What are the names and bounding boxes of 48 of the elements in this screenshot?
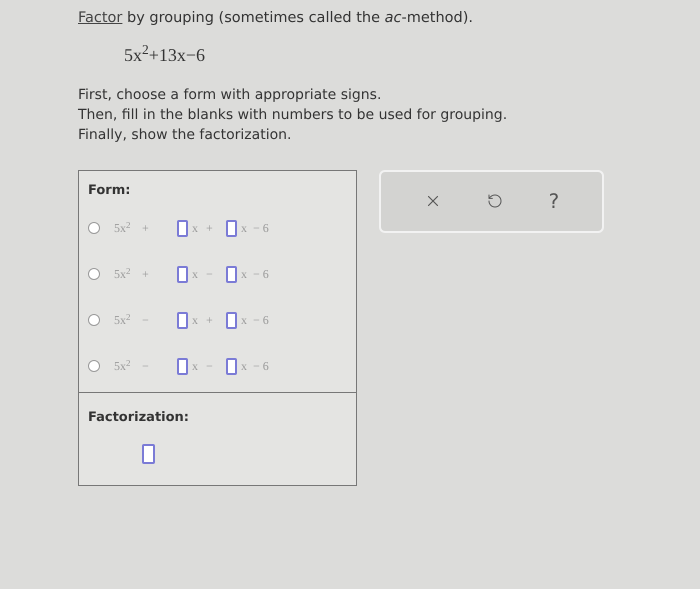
sign-text: − [206,266,214,284]
sign-text: − [206,358,214,376]
constant-text: − 6 [253,220,269,238]
answer-blank[interactable] [177,266,188,283]
radio-button[interactable] [88,268,100,280]
answer-blank[interactable] [177,220,188,237]
answer-blank[interactable] [177,358,188,375]
instruction-text: Then, fill in the blanks with numbers to be used for grouping. [78,106,508,125]
sign-text: + [142,220,150,238]
sign-text: + [142,266,150,284]
term-text: 5x$^{2}$ [114,357,132,376]
factorization-label: Factorization: [88,409,190,428]
radio-button[interactable] [88,314,100,326]
sign-text: − [142,312,150,330]
polynomial-expression: 5x$^{2}$+13x−6 [124,42,206,67]
instruction-text: First, choose a form with appropriate signs. [78,86,382,105]
constant-text: − 6 [253,312,269,330]
term-text: 5x$^{2}$ [114,311,132,330]
radio-button[interactable] [88,360,100,372]
constant-text: − 6 [253,266,269,284]
variable-text: x [241,312,248,330]
answer-blank[interactable] [177,312,188,329]
answer-blank[interactable] [226,220,237,237]
constant-text: − 6 [253,358,269,376]
variable-text: x [192,358,199,376]
answer-blank[interactable] [226,358,237,375]
radio-button[interactable] [88,222,100,234]
variable-text: x [192,220,199,238]
variable-text: x [192,312,199,330]
sign-text: + [206,312,214,330]
variable-text: x [241,266,248,284]
undo-button[interactable] [487,193,504,210]
term-text: 5x$^{2}$ [114,265,132,284]
sign-text: + [206,220,214,238]
answer-blank[interactable] [226,312,237,329]
form-label: Form: [88,182,132,200]
instruction-text: Finally, show the factorization. [78,126,292,145]
factor-link[interactable]: Factor [78,10,122,26]
variable-text: x [192,266,199,284]
undo-icon [487,193,504,210]
answer-blank[interactable] [142,444,155,464]
help-button[interactable]: ? [548,186,560,216]
variable-text: x [241,358,248,376]
term-text: 5x$^{2}$ [114,219,132,238]
sign-text: − [142,358,150,376]
instruction-heading: Factor by grouping (sometimes called the ac-method). [78,9,474,28]
answer-blank[interactable] [226,266,237,283]
variable-text: x [241,220,248,238]
